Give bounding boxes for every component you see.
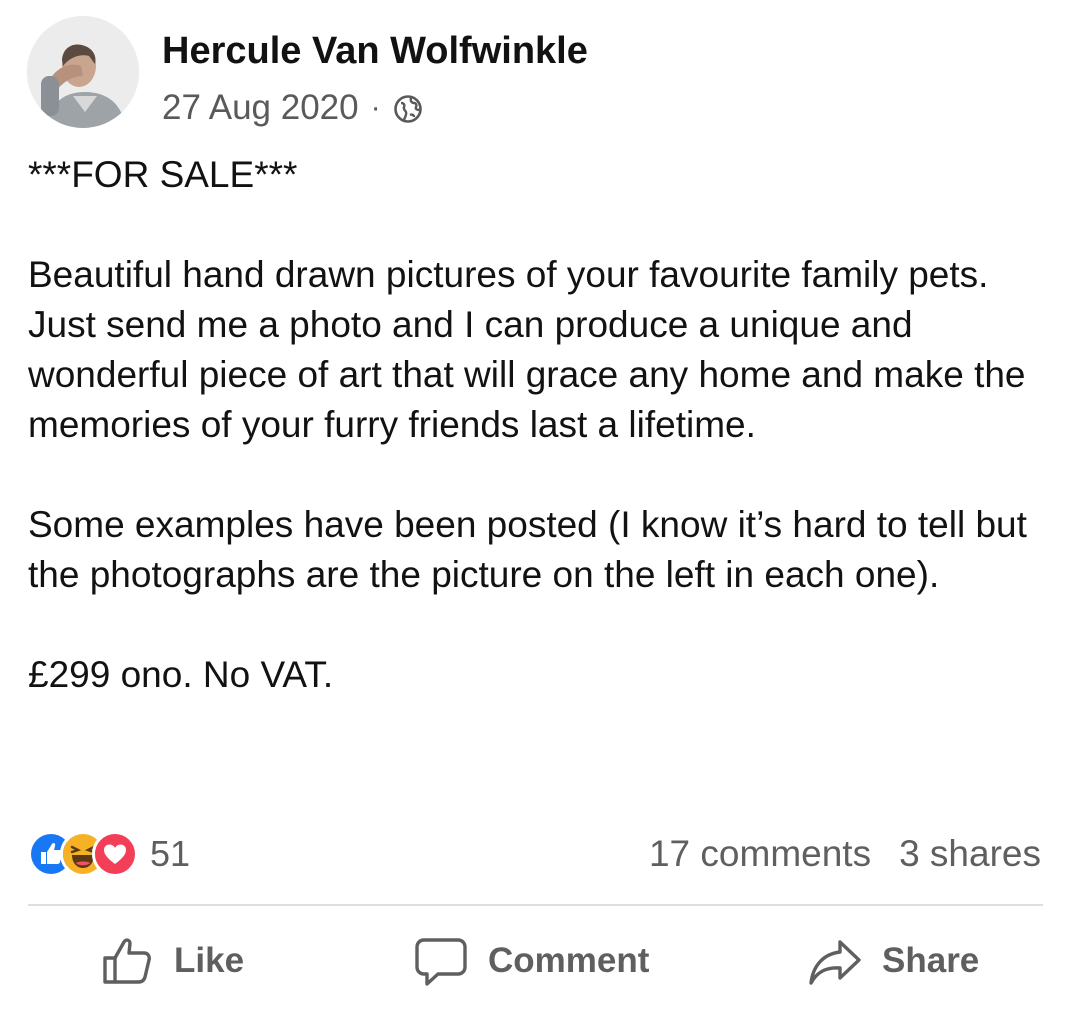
post-meta: 27 Aug 2020 · [162, 86, 423, 130]
speech-bubble-icon [414, 934, 468, 988]
comment-label: Comment [488, 941, 650, 980]
actions-divider [28, 904, 1043, 906]
shares-count-link[interactable]: 3 shares [899, 833, 1041, 875]
post-heading: ***FOR SALE*** [28, 154, 298, 195]
globe-icon[interactable] [393, 93, 423, 123]
thumbs-up-icon [100, 934, 154, 988]
reactions-summary[interactable]: 51 [28, 831, 191, 877]
post-date[interactable]: 27 Aug 2020 [162, 88, 359, 128]
share-button[interactable]: Share [808, 928, 979, 994]
comment-button[interactable]: Comment [414, 928, 649, 994]
post-paragraph-2: Some examples have been posted (I know i… [28, 504, 1038, 595]
love-reaction-icon [92, 831, 138, 877]
post-paragraph-1: Beautiful hand drawn pictures of your fa… [28, 254, 1036, 445]
post-card: Hercule Van Wolfwinkle 27 Aug 2020 · ***… [0, 0, 1075, 1012]
post-price: £299 ono. No VAT. [28, 654, 334, 695]
share-arrow-icon [808, 934, 862, 988]
like-button[interactable]: Like [100, 928, 244, 994]
share-label: Share [882, 941, 980, 980]
post-body: ***FOR SALE*** Beautiful hand drawn pict… [28, 150, 1058, 700]
engagement-counts: 17 comments 3 shares [649, 832, 1041, 876]
comments-count-link[interactable]: 17 comments [649, 833, 871, 875]
action-bar: Like Comment Share [0, 928, 1075, 994]
meta-separator: · [370, 91, 381, 124]
like-label: Like [174, 941, 245, 980]
reaction-count: 51 [150, 833, 191, 874]
author-avatar[interactable] [27, 16, 139, 128]
author-name[interactable]: Hercule Van Wolfwinkle [162, 30, 588, 73]
